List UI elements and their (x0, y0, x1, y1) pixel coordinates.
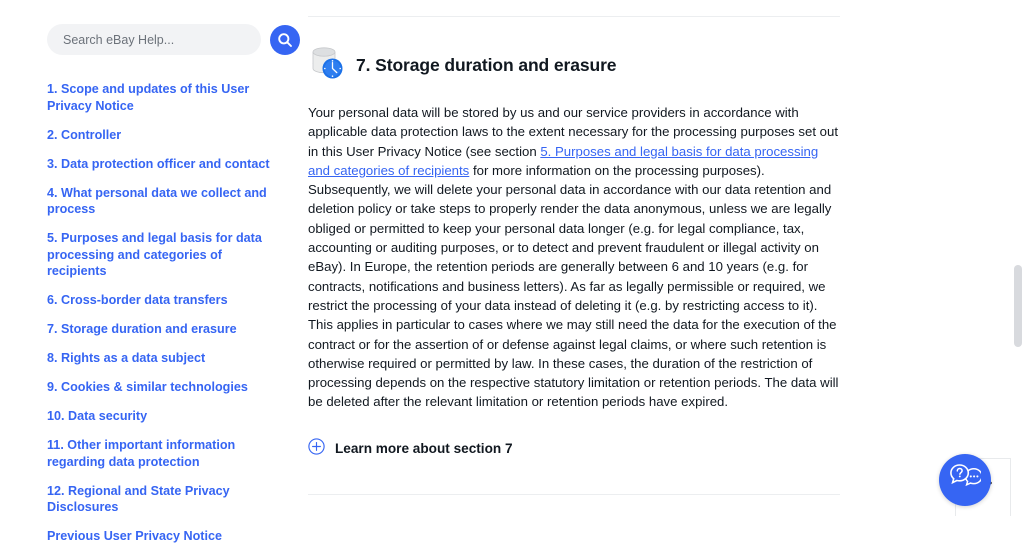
sidebar-item-12[interactable]: 12. Regional and State Privacy Disclosur… (47, 483, 273, 516)
search-bar (0, 0, 300, 55)
sidebar-item-8[interactable]: 8. Rights as a data subject (47, 350, 273, 367)
sidebar-item-6[interactable]: 6. Cross-border data transfers (47, 292, 273, 309)
top-divider (308, 16, 840, 17)
page-scrollbar-track[interactable] (1011, 0, 1024, 516)
learn-more-toggle[interactable]: Learn more about section 7 (308, 438, 513, 460)
section-nav: 1. Scope and updates of this User Privac… (0, 55, 283, 545)
sidebar-item-2[interactable]: 2. Controller (47, 127, 273, 144)
plus-circle-icon (308, 438, 325, 460)
database-clock-icon (308, 44, 346, 87)
sidebar-item-previous-notice[interactable]: Previous User Privacy Notice (47, 528, 273, 545)
main-content: 7. Storage duration and erasure Your per… (308, 0, 1024, 516)
sidebar-item-9[interactable]: 9. Cookies & similar technologies (47, 379, 273, 396)
section-7: 7. Storage duration and erasure Your per… (308, 0, 840, 495)
sidebar-item-4[interactable]: 4. What personal data we collect and pro… (47, 185, 273, 218)
section-8: 8. Rights as a data subject (308, 495, 1024, 516)
body-text-part-2: for more information on the processing p… (308, 162, 839, 410)
sidebar: 1. Scope and updates of this User Privac… (0, 0, 300, 543)
page-title: 7. Storage duration and erasure (356, 55, 617, 75)
sidebar-item-11[interactable]: 11. Other important information regardin… (47, 437, 273, 470)
sidebar-item-3[interactable]: 3. Data protection officer and contact (47, 156, 273, 173)
page-scrollbar-thumb[interactable] (1014, 265, 1022, 347)
sidebar-item-1[interactable]: 1. Scope and updates of this User Privac… (47, 81, 273, 114)
chat-help-button[interactable] (939, 454, 991, 506)
learn-more-label: Learn more about section 7 (335, 441, 513, 457)
page-root: 1. Scope and updates of this User Privac… (0, 0, 1024, 543)
search-icon (277, 32, 293, 48)
section-7-body: Your personal data will be stored by us … (308, 103, 840, 412)
search-button[interactable] (270, 24, 300, 55)
sidebar-item-7[interactable]: 7. Storage duration and erasure (47, 321, 273, 338)
chat-bubbles-icon (949, 463, 983, 498)
sidebar-item-10[interactable]: 10. Data security (47, 408, 273, 425)
sidebar-item-5[interactable]: 5. Purposes and legal basis for data pro… (47, 230, 273, 280)
section-7-header: 7. Storage duration and erasure (308, 44, 840, 87)
search-input[interactable] (47, 24, 261, 55)
content-column: 7. Storage duration and erasure Your per… (300, 0, 1024, 516)
